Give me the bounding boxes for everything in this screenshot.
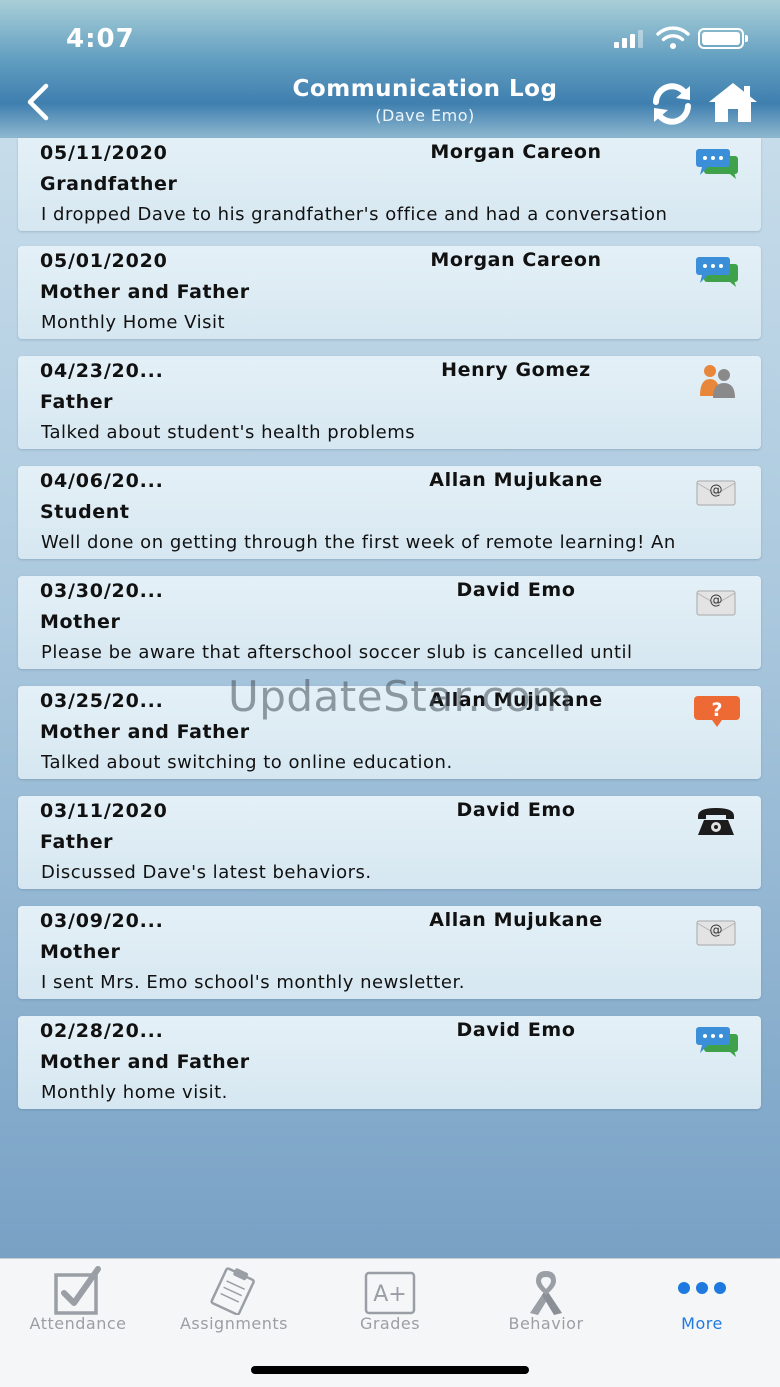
list-item[interactable]: 03/11/2020 David Emo Father Discussed Da… (18, 796, 761, 889)
entry-staff: David Emo (456, 579, 576, 601)
list-item[interactable]: 05/11/2020 Morgan Careon Grandfather I d… (18, 138, 761, 231)
tab-label: Attendance (29, 1314, 127, 1333)
chat-bubbles-icon (696, 1027, 738, 1057)
entry-contact: Mother (40, 611, 121, 633)
tab-attendance[interactable]: Attendance (0, 1259, 156, 1349)
back-button[interactable] (22, 82, 54, 122)
clipboard-icon (210, 1267, 255, 1315)
chat-bubbles-icon (696, 257, 738, 287)
entry-contact: Grandfather (40, 173, 178, 195)
svg-text:@: @ (710, 593, 723, 608)
email-icon: @ (696, 920, 736, 946)
entry-date: 05/11/2020 (40, 142, 168, 164)
tab-label: Assignments (179, 1314, 289, 1333)
entry-note: I sent Mrs. Emo school's monthly newslet… (41, 972, 465, 993)
entry-contact: Father (40, 831, 114, 853)
tab-label: Behavior (508, 1314, 584, 1333)
entry-staff: Allan Mujukane (429, 909, 603, 931)
page-subtitle: (Dave Emo) (375, 106, 475, 125)
battery-icon (698, 28, 748, 49)
wifi-icon (656, 26, 690, 49)
entry-staff: Allan Mujukane (429, 469, 603, 491)
entry-note: I dropped Dave to his grandfather's offi… (41, 204, 668, 225)
list-item[interactable]: 04/23/20... Henry Gomez Father Talked ab… (18, 356, 761, 449)
entry-contact: Father (40, 391, 114, 413)
entry-date: 04/06/20... (40, 470, 164, 492)
entry-note: Monthly Home Visit (41, 312, 226, 333)
svg-text:@: @ (710, 923, 723, 938)
entry-note: Discussed Dave's latest behaviors. (41, 862, 372, 883)
list-item[interactable]: 03/30/20... David Emo Mother Please be a… (18, 576, 761, 669)
more-dots-icon (678, 1282, 726, 1294)
question-bubble-icon: ? (694, 696, 740, 727)
entry-note: Talked about student's health problems (41, 422, 416, 443)
entry-contact: Mother and Father (40, 281, 250, 303)
entry-note: Please be aware that afterschool soccer … (41, 642, 633, 663)
email-icon: @ (696, 590, 736, 616)
ribbon-icon (530, 1271, 562, 1315)
svg-text:?: ? (711, 699, 722, 721)
entry-date: 03/25/20... (40, 690, 164, 712)
refresh-button[interactable] (648, 80, 696, 128)
tab-label: More (681, 1314, 723, 1333)
phone-icon (698, 808, 734, 835)
tab-more[interactable]: More (624, 1259, 780, 1349)
svg-text:@: @ (710, 483, 723, 498)
entry-staff: David Emo (456, 1019, 576, 1041)
home-button[interactable] (706, 80, 760, 124)
entry-note: Talked about switching to online educati… (41, 752, 453, 773)
list-item[interactable]: 02/28/20... David Emo Mother and Father … (18, 1016, 761, 1109)
chat-bubbles-icon (696, 149, 738, 179)
checkbox-icon (54, 1266, 101, 1315)
entry-staff: Morgan Careon (430, 249, 602, 271)
entry-staff: David Emo (456, 799, 576, 821)
tab-behavior[interactable]: Behavior (468, 1259, 624, 1349)
entry-note: Monthly home visit. (41, 1082, 228, 1103)
entry-contact: Student (40, 501, 130, 523)
list-item[interactable]: 04/06/20... Allan Mujukane Student Well … (18, 466, 761, 559)
entry-contact: Mother (40, 941, 121, 963)
entry-date: 03/30/20... (40, 580, 164, 602)
entry-contact: Mother and Father (40, 1051, 250, 1073)
entry-date: 05/01/2020 (40, 250, 168, 272)
entry-contact: Mother and Father (40, 721, 250, 743)
header-bar: 4:07 Communication Log (Dave Emo) (0, 0, 780, 138)
tab-assignments[interactable]: Assignments (156, 1259, 312, 1349)
entry-date: 04/23/20... (40, 360, 164, 382)
page-title: Communication Log (292, 76, 558, 102)
tab-grades[interactable]: A+ Grades (312, 1259, 468, 1349)
people-icon (700, 365, 735, 398)
cellular-signal-icon (614, 30, 644, 48)
home-indicator[interactable] (251, 1366, 529, 1374)
status-time: 4:07 (66, 24, 135, 54)
entry-date: 03/11/2020 (40, 800, 168, 822)
grade-icon: A+ (364, 1271, 416, 1315)
entry-staff: Morgan Careon (430, 141, 602, 163)
email-icon: @ (696, 480, 736, 506)
list-item[interactable]: 05/01/2020 Morgan Careon Mother and Fath… (18, 246, 761, 339)
entry-note: Well done on getting through the first w… (41, 532, 676, 553)
entry-date: 03/09/20... (40, 910, 164, 932)
entry-staff: Henry Gomez (441, 359, 591, 381)
tab-label: Grades (359, 1314, 421, 1333)
entry-date: 02/28/20... (40, 1020, 164, 1042)
list-item[interactable]: 03/09/20... Allan Mujukane Mother I sent… (18, 906, 761, 999)
watermark: UpdateStar.com (228, 672, 573, 721)
svg-text:A+: A+ (373, 1282, 406, 1307)
